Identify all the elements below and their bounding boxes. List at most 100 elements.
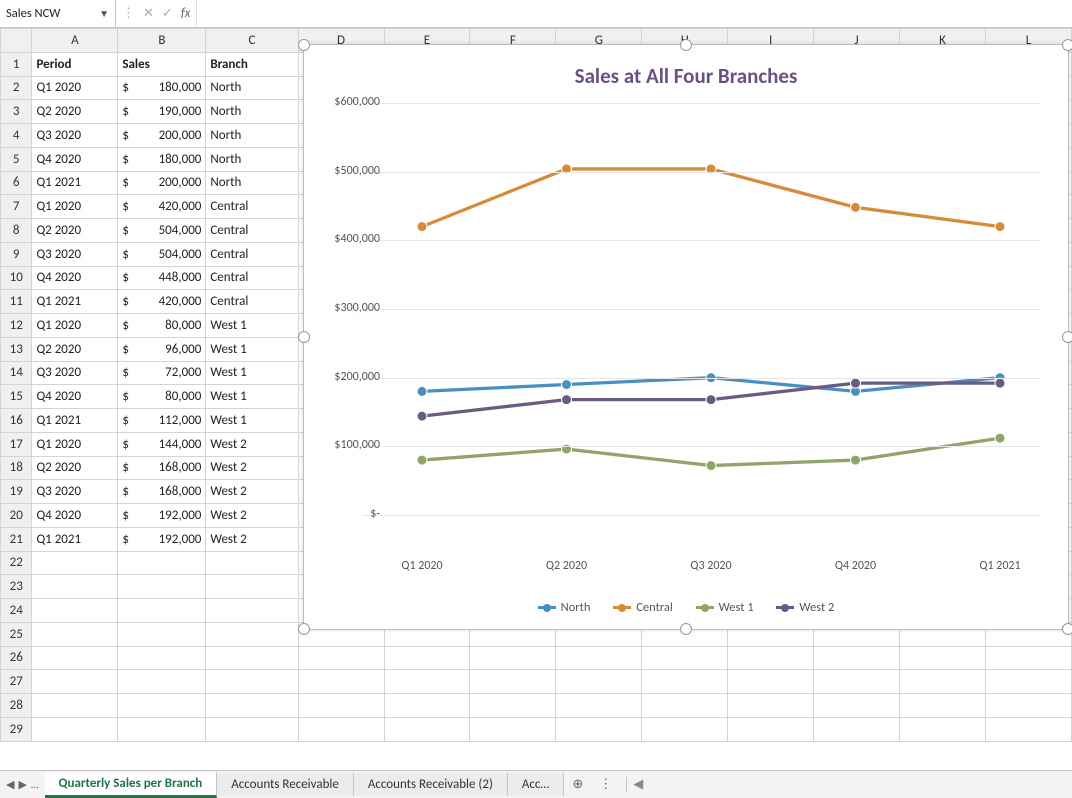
resize-handle-sw[interactable] xyxy=(298,623,310,635)
cell[interactable] xyxy=(814,670,900,694)
sheet-tab-accounts-receivable[interactable]: Accounts Receivable xyxy=(217,773,354,796)
cell[interactable]: Q1 2020 xyxy=(32,432,118,456)
cell[interactable]: North xyxy=(206,76,298,100)
legend-item-central[interactable]: Central xyxy=(613,600,672,615)
sheet-tab-quarterly-sales[interactable]: Quarterly Sales per Branch xyxy=(45,772,218,798)
cell[interactable] xyxy=(384,694,470,718)
cell[interactable]: Q4 2020 xyxy=(32,147,118,171)
cell[interactable]: $448,000 xyxy=(118,266,206,290)
cell[interactable]: $420,000 xyxy=(118,290,206,314)
cell[interactable]: Q3 2020 xyxy=(32,361,118,385)
cell[interactable]: West 1 xyxy=(206,385,298,409)
cell[interactable]: Q4 2020 xyxy=(32,266,118,290)
cell[interactable]: $190,000 xyxy=(118,100,206,124)
row-header[interactable]: 26 xyxy=(1,646,32,670)
row-header[interactable]: 3 xyxy=(1,100,32,124)
sheet-tab-acc[interactable]: Acc… xyxy=(508,773,565,796)
cell[interactable]: Q1 2020 xyxy=(32,314,118,338)
cell[interactable]: $144,000 xyxy=(118,432,206,456)
cell[interactable]: $504,000 xyxy=(118,242,206,266)
col-A[interactable]: A xyxy=(32,29,118,53)
cell[interactable] xyxy=(814,646,900,670)
col-B[interactable]: B xyxy=(118,29,206,53)
cell[interactable]: West 1 xyxy=(206,361,298,385)
cell[interactable]: Q3 2020 xyxy=(32,124,118,148)
resize-handle-n[interactable] xyxy=(680,39,692,51)
cell[interactable] xyxy=(32,575,118,599)
cell[interactable]: Q1 2021 xyxy=(32,527,118,551)
row-header[interactable]: 24 xyxy=(1,599,32,623)
row-header[interactable]: 14 xyxy=(1,361,32,385)
col-C[interactable]: C xyxy=(206,29,298,53)
cell[interactable]: West 2 xyxy=(206,504,298,528)
legend-item-north[interactable]: North xyxy=(538,600,591,615)
tab-more-icon[interactable]: … xyxy=(31,778,39,791)
cell[interactable]: Q1 2021 xyxy=(32,290,118,314)
row-header[interactable]: 9 xyxy=(1,242,32,266)
row-header[interactable]: 18 xyxy=(1,456,32,480)
cell[interactable] xyxy=(32,717,118,741)
cell[interactable]: Central xyxy=(206,242,298,266)
resize-handle-nw[interactable] xyxy=(298,39,310,51)
cell[interactable] xyxy=(118,575,206,599)
cell[interactable]: Q3 2020 xyxy=(32,480,118,504)
cell[interactable] xyxy=(728,646,814,670)
cell[interactable] xyxy=(384,646,470,670)
select-all-corner[interactable] xyxy=(1,29,32,53)
cell[interactable] xyxy=(642,646,728,670)
cell[interactable]: $504,000 xyxy=(118,219,206,243)
row-header[interactable]: 28 xyxy=(1,694,32,718)
tab-prev-icon[interactable]: ◀ xyxy=(6,778,14,791)
cell[interactable] xyxy=(206,622,298,646)
cell[interactable] xyxy=(985,717,1071,741)
cell[interactable]: Sales xyxy=(118,52,206,76)
cell[interactable]: Q2 2020 xyxy=(32,337,118,361)
new-sheet-icon[interactable]: ⊕ xyxy=(564,777,591,792)
cell[interactable]: North xyxy=(206,147,298,171)
cell[interactable] xyxy=(728,694,814,718)
row-header[interactable]: 19 xyxy=(1,480,32,504)
cell[interactable]: Central xyxy=(206,195,298,219)
cell[interactable]: $180,000 xyxy=(118,76,206,100)
chart-title[interactable]: Sales at All Four Branches xyxy=(304,63,1068,89)
cell[interactable] xyxy=(556,717,642,741)
cell[interactable]: North xyxy=(206,171,298,195)
cell[interactable] xyxy=(985,646,1071,670)
cell[interactable] xyxy=(556,646,642,670)
row-header[interactable]: 4 xyxy=(1,124,32,148)
series-west 1[interactable] xyxy=(417,433,1005,470)
cell[interactable] xyxy=(728,717,814,741)
cell[interactable]: $112,000 xyxy=(118,409,206,433)
hscroll-left-icon[interactable]: ◀ xyxy=(626,777,649,792)
cell[interactable]: West 1 xyxy=(206,409,298,433)
fx-icon[interactable]: fx xyxy=(181,6,191,21)
row-header[interactable]: 22 xyxy=(1,551,32,575)
cell[interactable] xyxy=(814,694,900,718)
resize-handle-w[interactable] xyxy=(298,331,310,343)
cell[interactable] xyxy=(470,717,556,741)
row-header[interactable]: 6 xyxy=(1,171,32,195)
cell[interactable]: Q2 2020 xyxy=(32,219,118,243)
row-header[interactable]: 2 xyxy=(1,76,32,100)
row-header[interactable]: 25 xyxy=(1,622,32,646)
row-header[interactable]: 12 xyxy=(1,314,32,338)
row-header[interactable]: 15 xyxy=(1,385,32,409)
cell[interactable]: Branch xyxy=(206,52,298,76)
cell[interactable] xyxy=(206,575,298,599)
row-header[interactable]: 23 xyxy=(1,575,32,599)
cell[interactable] xyxy=(814,717,900,741)
cell[interactable] xyxy=(470,694,556,718)
row-header[interactable]: 11 xyxy=(1,290,32,314)
cell[interactable]: Q4 2020 xyxy=(32,504,118,528)
cell[interactable]: Central xyxy=(206,266,298,290)
cell[interactable] xyxy=(384,670,470,694)
cell[interactable]: $72,000 xyxy=(118,361,206,385)
cell[interactable] xyxy=(985,670,1071,694)
cell[interactable] xyxy=(32,694,118,718)
cell[interactable] xyxy=(985,694,1071,718)
cell[interactable]: $180,000 xyxy=(118,147,206,171)
cell[interactable]: $200,000 xyxy=(118,124,206,148)
cell[interactable]: Q1 2021 xyxy=(32,171,118,195)
legend-item-west1[interactable]: West 1 xyxy=(696,600,754,615)
cell[interactable] xyxy=(642,694,728,718)
